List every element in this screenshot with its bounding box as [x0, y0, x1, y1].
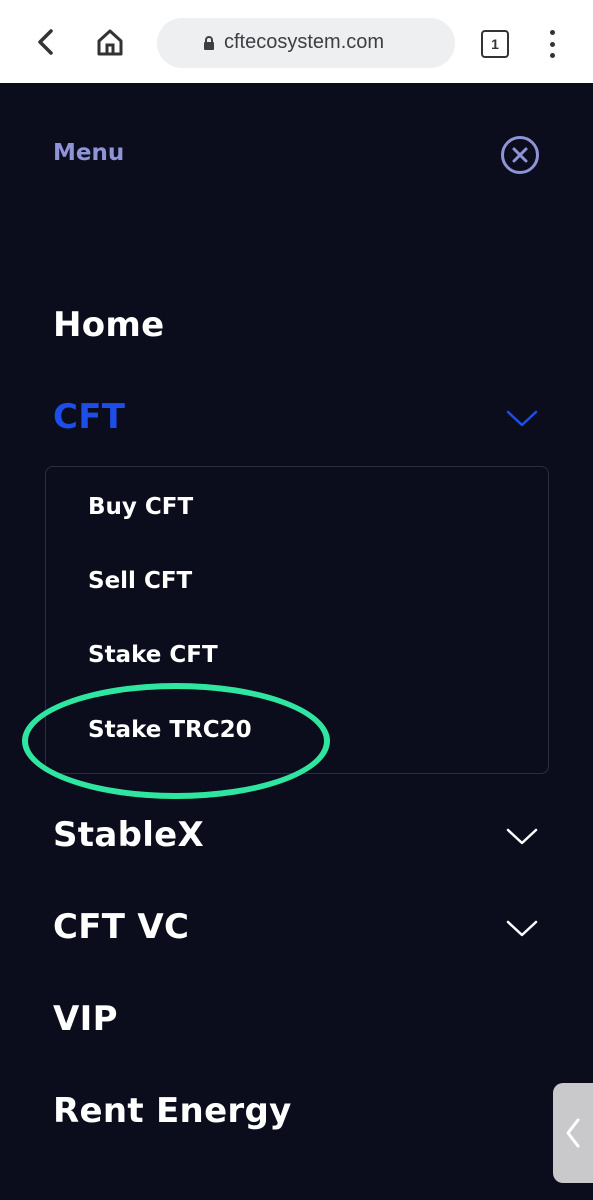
side-panel-tab[interactable] — [553, 1083, 593, 1183]
submenu-item-sell-cft[interactable]: Sell CFT — [88, 568, 192, 594]
submenu-item-stake-cft[interactable]: Stake CFT — [88, 642, 218, 668]
chevron-left-icon — [566, 1118, 580, 1148]
nav-item-vip[interactable]: VIP — [53, 999, 118, 1039]
arrow-left-icon — [38, 29, 53, 55]
nav-item-home[interactable]: Home — [53, 305, 165, 345]
address-bar[interactable]: cftecosystem.com — [157, 18, 455, 68]
nav-item-stablex[interactable]: StableX — [53, 815, 204, 855]
lock-icon — [204, 36, 214, 50]
nav-item-cft[interactable]: CFT — [53, 397, 125, 437]
menu-title: Menu — [53, 140, 125, 166]
submenu-item-buy-cft[interactable]: Buy CFT — [88, 494, 193, 520]
browser-toolbar: cftecosystem.com 1 — [0, 0, 593, 83]
kebab-menu-icon[interactable] — [540, 26, 564, 62]
url-text: cftecosystem.com — [224, 31, 385, 53]
chevron-down-icon[interactable] — [506, 408, 538, 428]
back-button[interactable] — [28, 24, 64, 60]
close-menu-button[interactable] — [500, 135, 540, 175]
nav-item-cft-vc[interactable]: CFT VC — [53, 907, 189, 947]
nav-item-rent-energy[interactable]: Rent Energy — [53, 1091, 292, 1131]
close-circle-icon — [501, 136, 539, 174]
chevron-down-icon[interactable] — [506, 826, 538, 846]
home-icon — [97, 29, 123, 56]
home-button[interactable] — [92, 24, 128, 60]
highlight-annotation — [22, 683, 330, 799]
chevron-down-icon[interactable] — [506, 918, 538, 938]
tab-switcher-button[interactable]: 1 — [481, 30, 509, 58]
